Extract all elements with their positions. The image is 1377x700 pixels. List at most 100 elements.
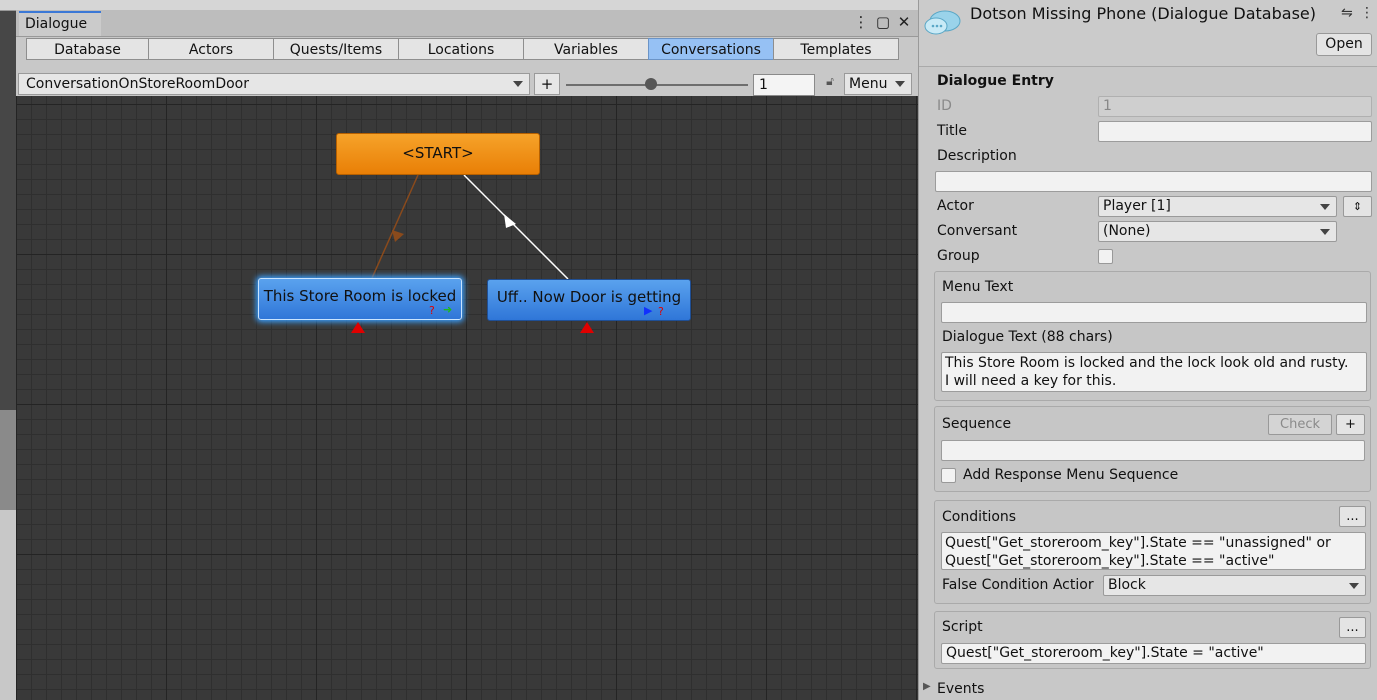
- menu-dropdown-label: Menu: [849, 76, 888, 92]
- title-field[interactable]: [1098, 121, 1372, 142]
- description-label: Description: [937, 148, 1017, 164]
- script-section: Script ... Quest["Get_storeroom_key"].St…: [934, 611, 1371, 669]
- add-response-label: Add Response Menu Sequence: [963, 467, 1179, 483]
- link-arrow-icon: [392, 230, 404, 242]
- title-label: Title: [937, 123, 968, 139]
- menu-dropdown[interactable]: Menu: [844, 73, 912, 95]
- id-field: 1: [1098, 96, 1372, 117]
- tab-quests-items[interactable]: Quests/Items: [273, 38, 399, 60]
- conversant-value: (None): [1103, 223, 1151, 239]
- add-sequence-button[interactable]: +: [1336, 414, 1365, 435]
- tab-conversations[interactable]: Conversations: [648, 38, 774, 60]
- conditions-section: Conditions ... Quest["Get_storeroom_key"…: [934, 500, 1371, 604]
- node-dialogue-entry-1[interactable]: This Store Room is locked ? ➜: [258, 278, 462, 320]
- node-label: Uff.. Now Door is getting: [496, 288, 682, 306]
- chevron-down-icon: [1320, 229, 1330, 235]
- group-checkbox[interactable]: [1098, 249, 1113, 264]
- node-links: [371, 174, 569, 280]
- conditions-wizard-button[interactable]: ...: [1339, 506, 1366, 527]
- group-label: Group: [937, 248, 980, 264]
- maximize-icon[interactable]: ▢: [874, 12, 892, 32]
- actor-label: Actor: [937, 198, 974, 214]
- script-wizard-button[interactable]: ...: [1339, 617, 1366, 638]
- menu-text-field[interactable]: [941, 302, 1367, 323]
- dialogue-database-icon: [924, 10, 961, 35]
- node-start[interactable]: <START>: [336, 133, 540, 175]
- script-field[interactable]: Quest["Get_storeroom_key"].State = "acti…: [941, 643, 1366, 664]
- link-start-to-b[interactable]: [463, 174, 569, 280]
- background-panel: [0, 510, 16, 700]
- tab-variables[interactable]: Variables: [523, 38, 649, 60]
- inspector-header: Dotson Missing Phone (Dialogue Database)…: [919, 0, 1377, 67]
- chevron-down-icon: [513, 81, 523, 87]
- link-start-to-a[interactable]: [371, 174, 419, 279]
- conditions-field[interactable]: Quest["Get_storeroom_key"].State == "una…: [941, 532, 1366, 570]
- conversation-dropdown-value: ConversationOnStoreRoomDoor: [26, 76, 249, 92]
- conversant-label: Conversant: [937, 223, 1018, 239]
- text-section: Menu Text Dialogue Text (88 chars) This …: [934, 271, 1371, 401]
- sequence-section: Sequence Check + Add Response Menu Seque…: [934, 406, 1371, 492]
- question-icon: ?: [658, 305, 664, 318]
- background-editor-strip: [0, 0, 16, 700]
- settings-sliders-icon[interactable]: ⇋: [1341, 5, 1353, 21]
- node-label: This Store Room is locked: [263, 287, 457, 305]
- id-label: ID: [937, 98, 952, 114]
- swap-actors-button[interactable]: ⇕: [1343, 196, 1372, 217]
- connector-triangle-icon[interactable]: [351, 322, 365, 333]
- actor-value: Player [1]: [1103, 198, 1171, 214]
- zoom-input[interactable]: 1: [753, 74, 815, 96]
- conversation-toolbar: ConversationOnStoreRoomDoor + 1 🔓︎ Menu: [16, 72, 918, 96]
- condition-line: Quest["Get_storeroom_key"].State == "una…: [945, 535, 1331, 551]
- conditions-label: Conditions: [942, 509, 1017, 525]
- tab-actors[interactable]: Actors: [148, 38, 274, 60]
- more-options-icon[interactable]: ⋮: [852, 12, 870, 32]
- menu-text-label: Menu Text: [942, 279, 1014, 295]
- actor-dropdown[interactable]: Player [1]: [1098, 196, 1337, 217]
- sequence-label: Sequence: [942, 416, 1012, 432]
- conversant-dropdown[interactable]: (None): [1098, 221, 1337, 242]
- description-field[interactable]: [935, 171, 1372, 192]
- inspector-panel: Dotson Missing Phone (Dialogue Database)…: [918, 0, 1377, 700]
- chevron-down-icon: [895, 81, 905, 87]
- dialogue-text-line: I will need a key for this.: [945, 373, 1117, 389]
- events-foldout[interactable]: Events: [937, 681, 984, 697]
- more-options-icon[interactable]: ⋮: [1360, 5, 1374, 21]
- add-response-checkbox[interactable]: [941, 468, 956, 483]
- connector-triangle-icon[interactable]: [580, 322, 594, 333]
- database-tabs: Database Actors Quests/Items Locations V…: [26, 38, 899, 62]
- background-panel: [0, 410, 16, 510]
- dialogue-editor-window: Dialogue ⋮ ▢ ✕ Database Actors Quests/It…: [16, 10, 918, 700]
- condition-line: Quest["Get_storeroom_key"].State == "act…: [945, 553, 1275, 569]
- section-title: Dialogue Entry: [937, 73, 1054, 89]
- tab-database[interactable]: Database: [26, 38, 149, 60]
- node-graph-canvas[interactable]: <START> This Store Room is locked ? ➜ Uf…: [16, 96, 918, 700]
- node-dialogue-entry-2[interactable]: Uff.. Now Door is getting ▶ ?: [487, 279, 691, 321]
- chevron-down-icon: [1349, 583, 1359, 589]
- sequence-field[interactable]: [941, 440, 1365, 461]
- tab-templates[interactable]: Templates: [773, 38, 899, 60]
- add-conversation-button[interactable]: +: [534, 73, 560, 95]
- node-label: <START>: [402, 144, 474, 162]
- dialogue-text-line: This Store Room is locked and the lock l…: [945, 355, 1349, 371]
- false-condition-value: Block: [1108, 577, 1146, 593]
- window-titlebar: Dialogue ⋮ ▢ ✕: [16, 10, 918, 37]
- expand-arrow-icon[interactable]: ▶: [923, 681, 931, 692]
- zoom-slider[interactable]: [566, 84, 748, 86]
- tab-locations[interactable]: Locations: [398, 38, 524, 60]
- dialogue-text-field[interactable]: This Store Room is locked and the lock l…: [941, 352, 1367, 392]
- lock-icon[interactable]: 🔓︎: [821, 74, 839, 92]
- arrow-right-icon: ➜: [443, 303, 453, 316]
- conversation-dropdown[interactable]: ConversationOnStoreRoomDoor: [18, 73, 530, 95]
- check-button[interactable]: Check: [1268, 414, 1332, 435]
- script-label: Script: [942, 619, 983, 635]
- window-tab[interactable]: Dialogue: [19, 11, 102, 36]
- close-icon[interactable]: ✕: [895, 12, 913, 32]
- zoom-slider-handle[interactable]: [645, 78, 657, 90]
- question-icon: ?: [429, 304, 435, 317]
- chevron-down-icon: [1320, 204, 1330, 210]
- play-icon: ▶: [644, 304, 653, 317]
- false-condition-label: False Condition Actior: [942, 577, 1094, 593]
- background-panel: [0, 0, 16, 410]
- open-button[interactable]: Open: [1316, 33, 1372, 56]
- false-condition-dropdown[interactable]: Block: [1103, 575, 1366, 596]
